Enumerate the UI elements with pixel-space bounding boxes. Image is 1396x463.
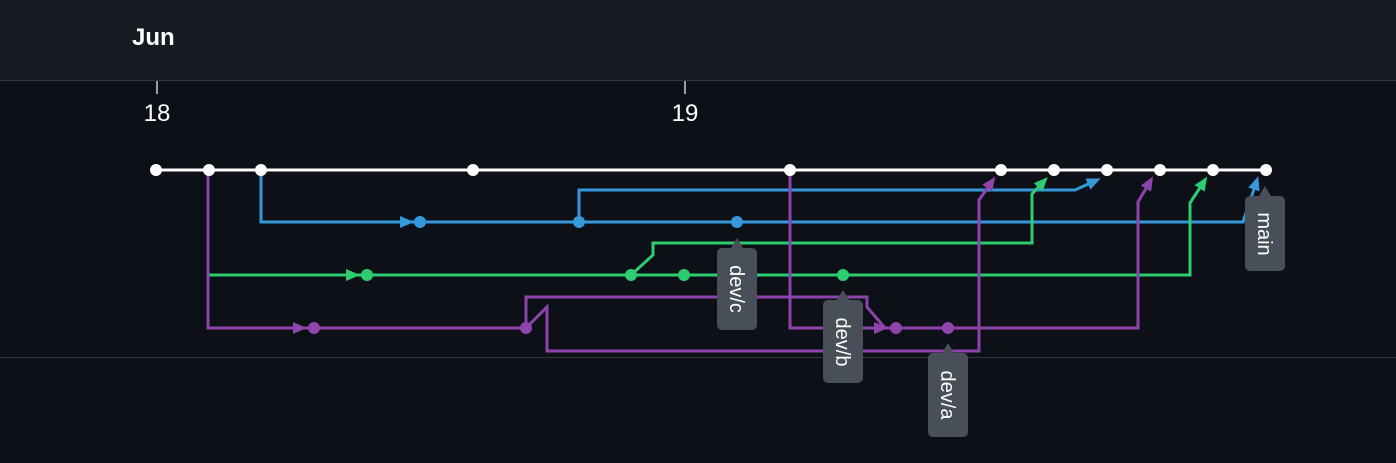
branch-tag-main-label: main: [1253, 212, 1275, 255]
commit-main[interactable]: [150, 164, 162, 176]
branch-tag-dev-a-label: dev/a: [936, 371, 958, 421]
commit-main[interactable]: [995, 164, 1007, 176]
commit-dev-b[interactable]: [361, 269, 373, 281]
commit-dev-a-head[interactable]: [942, 322, 954, 334]
merge-line-dev-b-main: [356, 176, 1208, 277]
commit-main[interactable]: [255, 164, 267, 176]
commit-main-head[interactable]: [1260, 164, 1272, 176]
commit-graph: 18 19 dev/c dev/b dev/a main: [144, 81, 1285, 437]
commit-dev-a[interactable]: [520, 322, 532, 334]
day-label-18: 18: [144, 100, 171, 127]
commit-dev-b[interactable]: [678, 269, 690, 281]
commit-dev-c[interactable]: [414, 216, 426, 228]
merge-line-dev-a-early: [524, 176, 996, 353]
merge-line-dev-c-main: [410, 176, 1260, 224]
commit-main[interactable]: [1154, 164, 1166, 176]
commit-dev-c-head[interactable]: [731, 216, 743, 228]
commit-main[interactable]: [1048, 164, 1060, 176]
commit-main[interactable]: [1207, 164, 1219, 176]
commit-main[interactable]: [784, 164, 796, 176]
branch-tag-dev-c[interactable]: dev/c: [717, 238, 757, 330]
branch-tag-dev-b-label: dev/b: [831, 318, 853, 367]
branch-tag-dev-b[interactable]: dev/b: [823, 290, 863, 383]
commit-main[interactable]: [1101, 164, 1113, 176]
branch-tag-dev-c-label: dev/c: [725, 265, 747, 313]
commit-main[interactable]: [467, 164, 479, 176]
commit-dev-b-head[interactable]: [837, 269, 849, 281]
merge-line-dev-c-early: [577, 178, 1101, 222]
branch-line-dev-c: [259, 170, 414, 228]
commit-dev-c[interactable]: [573, 216, 585, 228]
commit-dev-a[interactable]: [890, 322, 902, 334]
commit-dev-a[interactable]: [308, 322, 320, 334]
commit-main[interactable]: [203, 164, 215, 176]
commit-dev-b[interactable]: [625, 269, 637, 281]
branch-line-dev-a: [206, 170, 307, 334]
branch-tag-dev-a[interactable]: dev/a: [928, 343, 968, 437]
day-label-19: 19: [672, 100, 699, 127]
branch-tag-main[interactable]: main: [1245, 186, 1285, 271]
